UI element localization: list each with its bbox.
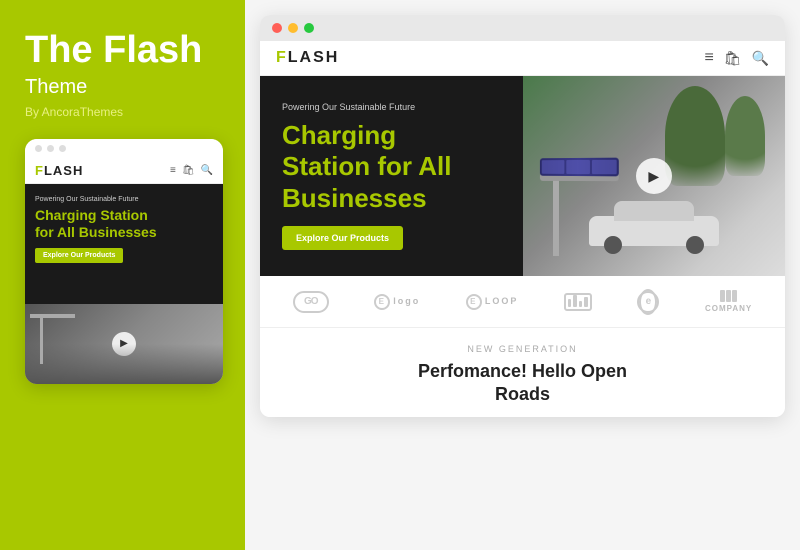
mobile-hamburger-icon: ≡	[170, 165, 176, 176]
mobile-nav-logo: FLASH	[35, 163, 83, 178]
logo-e2: e	[637, 291, 659, 313]
desktop-nav-icons: ≡ 🛍 🔍	[704, 49, 769, 67]
new-gen-title: Perfomance! Hello Open Roads	[270, 360, 775, 407]
logo-elogo-symbol: E logo	[374, 294, 420, 310]
theme-subtitle: Theme	[25, 76, 87, 99]
new-gen-title-line1: Perfomance! Hello Open	[418, 361, 627, 381]
logo-bars-symbol	[564, 293, 592, 311]
mobile-hero: Powering Our Sustainable Future Charging…	[25, 184, 223, 304]
mobile-dot-3	[59, 145, 66, 152]
mobile-search-icon: 🔍	[201, 165, 213, 176]
mobile-mockup: FLASH ≡ 🛍 🔍 Powering Our Sustainable Fut…	[25, 139, 223, 384]
mobile-nav: FLASH ≡ 🛍 🔍	[25, 158, 223, 184]
mobile-hero-image: ▶	[25, 304, 223, 384]
mobile-hero-title-lime: Charging Station	[35, 207, 148, 223]
desktop-nav: FLASH ≡ 🛍 🔍	[260, 41, 785, 76]
desktop-nav-logo: FLASH	[276, 49, 339, 67]
desktop-hero-left: Powering Our Sustainable Future Charging…	[260, 76, 523, 276]
new-gen-section: NEW GENERATION Perfomance! Hello Open Ro…	[260, 328, 785, 417]
desktop-hero-right: ▶	[523, 76, 786, 276]
desktop-hero-eyebrow: Powering Our Sustainable Future	[282, 102, 501, 112]
mobile-dot-1	[35, 145, 42, 152]
desktop-mockup: FLASH ≡ 🛍 🔍 Powering Our Sustainable Fut…	[260, 15, 785, 417]
new-gen-title-line2: Roads	[495, 384, 550, 404]
mobile-hero-title: Charging Station for All Businesses	[35, 207, 213, 241]
logo-e2-symbol: e	[637, 291, 659, 313]
desktop-top-bar	[260, 15, 785, 41]
new-gen-label: NEW GENERATION	[270, 344, 775, 354]
mobile-hero-image-inner: ▶	[25, 304, 223, 384]
desktop-hero-title: ChargingStation for AllBusinesses	[282, 120, 501, 214]
desktop-bag-icon[interactable]: 🛍	[724, 50, 742, 67]
desktop-search-icon[interactable]: 🔍	[752, 50, 769, 67]
logo-eloop: E LOOP	[466, 294, 519, 310]
mobile-nav-icons: ≡ 🛍 🔍	[170, 165, 213, 176]
mobile-hero-eyebrow: Powering Our Sustainable Future	[35, 196, 213, 203]
mobile-bag-icon: 🛍	[182, 165, 195, 176]
desktop-hero: Powering Our Sustainable Future Charging…	[260, 76, 785, 276]
desktop-play-button[interactable]: ▶	[636, 158, 672, 194]
desktop-hero-image: ▶	[523, 76, 786, 276]
desktop-explore-btn[interactable]: Explore Our Products	[282, 226, 403, 250]
mobile-dot-2	[47, 145, 54, 152]
logo-elogo: E logo	[374, 294, 420, 310]
logo-company-bars	[720, 290, 737, 302]
mobile-explore-btn[interactable]: Explore Our Products	[35, 248, 123, 263]
mobile-top-bar	[25, 139, 223, 158]
desktop-dot-yellow	[288, 23, 298, 33]
desktop-dot-green	[304, 23, 314, 33]
logo-go: GO	[293, 291, 329, 313]
logo-company-label: COMPANY	[705, 304, 752, 313]
theme-title: The Flash	[25, 30, 202, 72]
left-panel: The Flash Theme By AncoraThemes FLASH ≡ …	[0, 0, 245, 550]
logos-bar: GO E logo E LOOP	[260, 276, 785, 328]
logo-eloop-symbol: E LOOP	[466, 294, 519, 310]
logo-company-content: COMPANY	[705, 290, 752, 313]
right-panel: FLASH ≡ 🛍 🔍 Powering Our Sustainable Fut…	[245, 0, 800, 550]
desktop-dot-red	[272, 23, 282, 33]
desktop-hamburger-icon[interactable]: ≡	[704, 49, 713, 67]
theme-by: By AncoraThemes	[25, 105, 123, 119]
mobile-hero-title-white: for All Businesses	[35, 224, 157, 240]
logo-company: COMPANY	[705, 290, 752, 313]
logo-go-symbol: GO	[293, 291, 329, 313]
logo-bars	[564, 293, 592, 311]
